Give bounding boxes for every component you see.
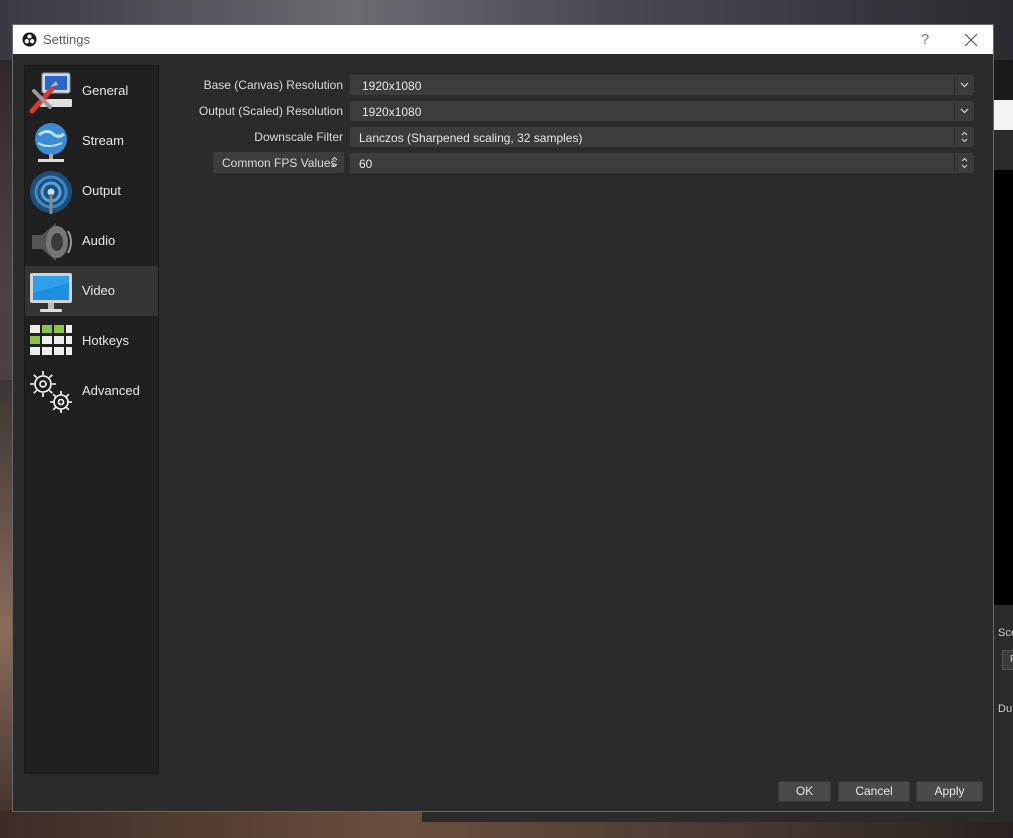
general-icon [29,72,72,114]
downscale-filter-value: Lanczos (Sharpened scaling, 32 samples) [359,131,583,145]
settings-window: Settings ? General Stream Output Audio V… [12,24,994,812]
video-icon [30,273,72,312]
up-down-arrows-icon [331,156,338,168]
fps-value-combo[interactable]: 60 [350,153,974,173]
background-app-header [994,100,1013,130]
output-resolution-value: 1920x1080 [362,105,422,119]
apply-button[interactable]: Apply [916,781,983,802]
window-title: Settings [43,32,90,47]
background-app-preview [994,170,1013,605]
fps-type-label: Common FPS Values [222,156,337,170]
title-bar: Settings ? [13,25,993,54]
sidebar-item-output[interactable]: Output [25,166,158,216]
sidebar-item-hotkeys[interactable]: Hotkeys [25,316,158,366]
help-button[interactable]: ? [913,28,937,52]
sidebar-item-label: General [82,83,129,98]
output-resolution-label: Output (Scaled) Resolution [198,104,343,118]
output-resolution-combo[interactable]: 1920x1080 [350,101,974,121]
up-down-arrows-icon [961,131,968,143]
fps-type-selector[interactable]: Common FPS Values [213,152,344,173]
sidebar-item-label: Audio [82,233,116,248]
base-resolution-value: 1920x1080 [362,79,422,93]
base-resolution-dropdown-button[interactable] [954,76,973,94]
hotkeys-icon [30,325,72,355]
settings-sidebar: General Stream Output Audio Video Hotkey… [24,65,159,774]
close-button[interactable] [959,28,983,52]
sidebar-item-general[interactable]: General [25,66,158,116]
downscale-filter-label: Downscale Filter [254,130,343,144]
sidebar-item-audio[interactable]: Audio [25,216,158,266]
output-icon [30,171,72,214]
audio-icon [32,223,72,261]
sidebar-item-label: Video [82,283,116,298]
fps-value: 60 [359,157,373,171]
up-down-arrows-icon [961,157,968,169]
stream-icon [35,123,67,162]
sidebar-item-video[interactable]: Video [25,266,158,316]
advanced-icon [30,371,72,413]
background-duration-label: Du [998,703,1013,715]
chevron-down-icon [960,82,969,88]
downscale-filter-spinner[interactable] [954,128,973,146]
chevron-down-icon [960,108,969,114]
sidebar-item-label: Hotkeys [82,333,129,348]
close-icon [964,33,978,47]
obs-logo-icon [22,32,37,47]
sidebar-item-label: Stream [82,133,124,148]
background-status-bar [422,812,1013,822]
fps-value-spinner[interactable] [954,154,973,172]
base-resolution-combo[interactable]: 1920x1080 [350,75,974,95]
sidebar-item-stream[interactable]: Stream [25,116,158,166]
background-scenes-label: Sce [998,627,1013,639]
base-resolution-label: Base (Canvas) Resolution [203,78,343,92]
downscale-filter-combo[interactable]: Lanczos (Sharpened scaling, 32 samples) [350,127,974,147]
cancel-button[interactable]: Cancel [838,781,910,802]
ok-button[interactable]: OK [778,781,831,802]
sidebar-item-advanced[interactable]: Advanced [25,366,158,416]
sidebar-item-label: Output [82,183,122,198]
output-resolution-dropdown-button[interactable] [954,102,973,120]
sidebar-item-label: Advanced [82,383,140,398]
